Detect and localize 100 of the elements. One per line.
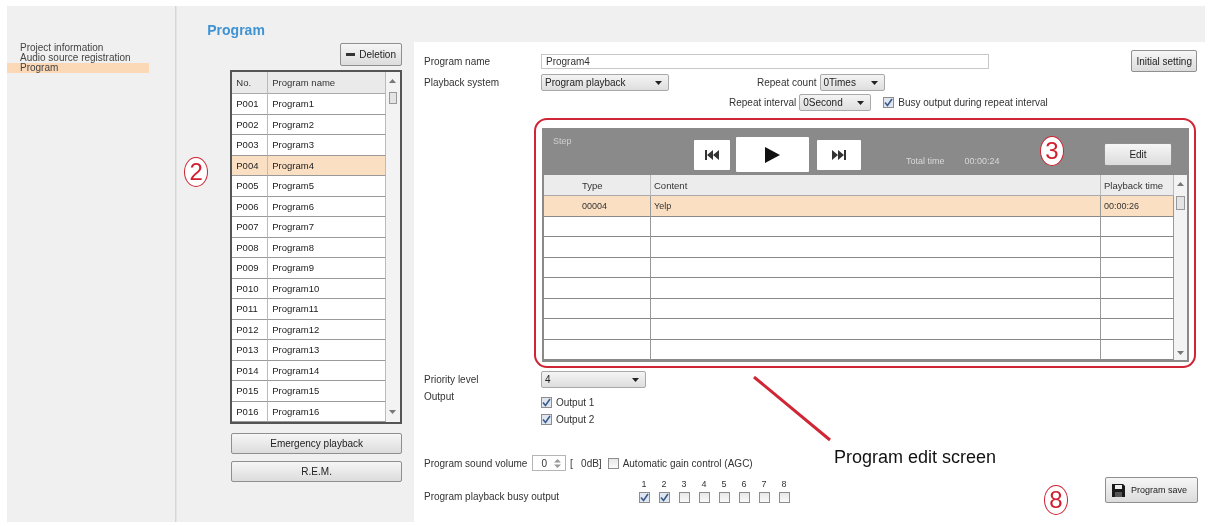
table-cell[interactable]: P001 (232, 94, 269, 115)
play-button[interactable] (736, 137, 809, 172)
input-field[interactable]: Program4 (541, 53, 989, 69)
table-cell[interactable]: P009 (232, 258, 269, 279)
table-cell[interactable] (1101, 216, 1174, 237)
column-header[interactable]: Program name (268, 72, 386, 94)
spin-box[interactable]: 0 (532, 455, 566, 471)
next-button[interactable] (817, 139, 861, 170)
table-cell[interactable]: Program2 (268, 114, 386, 135)
scrollbar[interactable] (1174, 175, 1187, 360)
table-cell[interactable] (1101, 339, 1174, 360)
table-cell[interactable] (544, 278, 651, 299)
table-cell[interactable]: Program14 (268, 360, 386, 381)
checkbox[interactable] (758, 492, 770, 503)
table-cell[interactable]: P007 (232, 217, 269, 238)
minus-icon (346, 53, 356, 56)
table-cell[interactable]: P006 (232, 196, 269, 217)
sidebar-item[interactable]: Audio source registration (7, 53, 150, 63)
table-cell[interactable]: Program1 (268, 94, 386, 115)
panel-title: Program (207, 22, 266, 38)
column-header[interactable]: Content (651, 175, 1101, 196)
table-cell[interactable]: P012 (232, 319, 269, 340)
checkbox[interactable] (698, 492, 710, 503)
checkbox[interactable] (718, 492, 730, 503)
checkbox-label: Automatic gain control (AGC) (622, 457, 753, 469)
table-cell[interactable] (1101, 319, 1174, 340)
table-cell[interactable]: Yelp (651, 196, 1101, 217)
delete-button[interactable]: Deletion (340, 43, 402, 66)
table-cell[interactable] (651, 278, 1101, 299)
action-button[interactable]: R.E.M. (231, 461, 402, 482)
table-cell[interactable] (544, 216, 651, 237)
table-cell[interactable]: P011 (232, 299, 269, 320)
caret-icon (857, 100, 865, 105)
column-header[interactable]: Playback time (1101, 175, 1174, 196)
table-cell[interactable]: Program16 (268, 401, 386, 422)
table-cell[interactable]: 00004 (544, 196, 651, 217)
sidebar-item[interactable]: Project information (7, 43, 150, 53)
dropdown[interactable]: 4 (541, 371, 646, 388)
table-cell[interactable] (544, 237, 651, 258)
table-cell[interactable]: P003 (232, 135, 269, 156)
table-cell[interactable]: Program12 (268, 319, 386, 340)
table-cell[interactable] (651, 257, 1101, 278)
sidebar-item[interactable]: Program (7, 63, 150, 73)
table-cell[interactable] (544, 339, 651, 360)
table-cell[interactable]: Program9 (268, 258, 386, 279)
initial-setting-button[interactable]: Initial setting (1131, 50, 1197, 72)
table-cell[interactable]: P013 (232, 340, 269, 361)
table-cell[interactable]: Program3 (268, 135, 386, 156)
table-cell[interactable]: P008 (232, 237, 269, 258)
previous-button[interactable] (694, 139, 730, 170)
table-cell[interactable] (544, 257, 651, 278)
table-cell[interactable]: P002 (232, 114, 269, 135)
table-cell[interactable]: Program11 (268, 299, 386, 320)
table-cell[interactable]: P014 (232, 360, 269, 381)
checkbox[interactable] (658, 492, 670, 503)
table-cell[interactable]: Program10 (268, 278, 386, 299)
table-cell[interactable] (1101, 278, 1174, 299)
action-button[interactable]: Emergency playback (231, 433, 402, 454)
dropdown[interactable]: 0Times (819, 74, 885, 91)
table-cell[interactable] (1101, 237, 1174, 258)
spinner-icon (552, 457, 562, 469)
column-header[interactable]: No. (232, 72, 269, 94)
checkbox[interactable] (638, 492, 650, 503)
checkbox[interactable] (541, 397, 552, 408)
table-cell[interactable]: Program8 (268, 237, 386, 258)
table-cell[interactable] (651, 319, 1101, 340)
table-cell[interactable]: Program15 (268, 381, 386, 402)
table-cell[interactable]: Program5 (268, 176, 386, 197)
table-cell[interactable] (1101, 257, 1174, 278)
edit-button[interactable]: Edit (1104, 143, 1172, 166)
save-button[interactable]: Program save (1104, 477, 1198, 503)
table-cell[interactable] (651, 216, 1101, 237)
table-cell[interactable]: Program4 (268, 155, 386, 176)
dropdown[interactable]: Program playback (541, 74, 669, 91)
checkbox-label: Output 2 (556, 414, 595, 425)
checkbox[interactable] (678, 492, 690, 503)
table-cell[interactable]: P005 (232, 176, 269, 197)
table-cell[interactable] (544, 298, 651, 319)
checkbox-label: Busy output during repeat interval (898, 97, 1048, 108)
checkbox[interactable] (541, 414, 552, 425)
table-cell[interactable]: P015 (232, 381, 269, 402)
checkbox[interactable] (607, 457, 619, 469)
table-cell[interactable] (1101, 298, 1174, 319)
checkbox[interactable] (883, 97, 895, 108)
table-cell[interactable]: Program7 (268, 217, 386, 238)
table-cell[interactable]: P010 (232, 278, 269, 299)
table-cell[interactable]: P016 (232, 401, 269, 422)
table-cell[interactable]: Program6 (268, 196, 386, 217)
table-cell[interactable]: Program13 (268, 340, 386, 361)
checkbox[interactable] (738, 492, 750, 503)
table-cell[interactable]: 00:00:26 (1101, 196, 1174, 217)
table-cell[interactable] (651, 237, 1101, 258)
table-cell[interactable]: P004 (232, 155, 269, 176)
scrollbar[interactable] (386, 72, 400, 422)
table-cell[interactable] (651, 339, 1101, 360)
checkbox[interactable] (778, 492, 790, 503)
column-header[interactable]: Type (544, 175, 651, 196)
table-cell[interactable] (544, 319, 651, 340)
dropdown[interactable]: 0Second (799, 94, 872, 111)
table-cell[interactable] (651, 298, 1101, 319)
